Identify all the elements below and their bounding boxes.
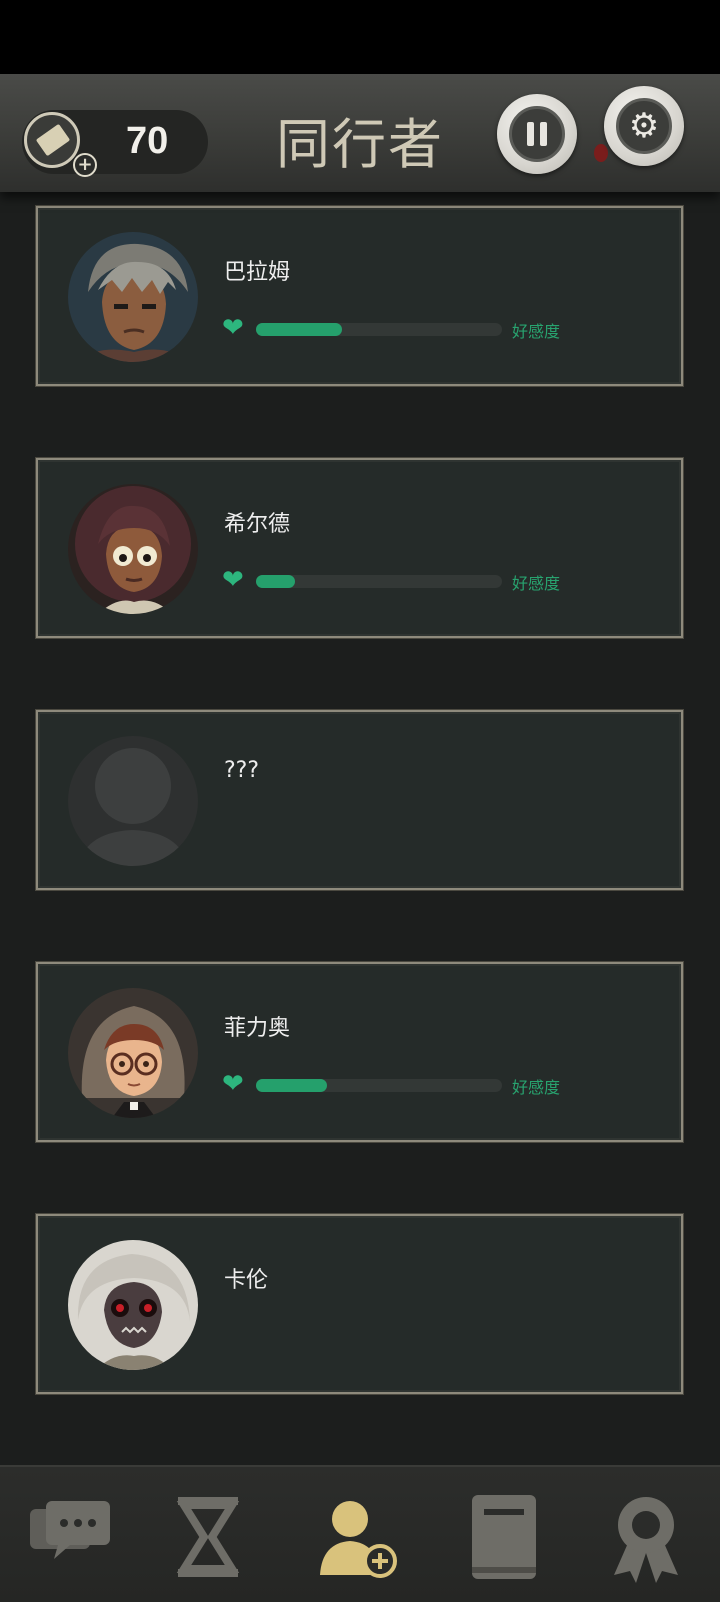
- affinity-bar-fill: [256, 323, 343, 336]
- notification-dot: [594, 144, 608, 162]
- gear-icon: ⚙: [616, 98, 672, 154]
- settings-button[interactable]: ⚙: [604, 86, 684, 166]
- affinity-label: 好感度: [512, 574, 561, 593]
- barram-portrait: [68, 232, 198, 362]
- heart-icon: ❤: [222, 1069, 244, 1099]
- pause-icon: [509, 106, 565, 162]
- affinity-bar-fill: [256, 1079, 328, 1092]
- affinity-label: 好感度: [512, 1078, 561, 1097]
- companion-card-karen[interactable]: 卡伦: [36, 1214, 683, 1394]
- companion-card-unknown[interactable]: ???: [36, 710, 683, 890]
- companion-card-hilde[interactable]: 希尔德 ❤ 好感度: [36, 458, 683, 638]
- nav-chat[interactable]: [20, 1487, 120, 1587]
- nav-timeline[interactable]: [158, 1487, 258, 1587]
- affinity-label: 好感度: [512, 322, 561, 341]
- affinity-bar: [256, 575, 502, 588]
- add-companion-icon: [320, 1501, 397, 1578]
- award-icon: [614, 1497, 678, 1583]
- nav-journal[interactable]: [454, 1487, 554, 1587]
- companion-name: ???: [224, 758, 260, 783]
- nav-achievements[interactable]: [596, 1487, 696, 1587]
- karen-portrait: [68, 1240, 198, 1370]
- companion-name: 卡伦: [224, 1268, 269, 1293]
- heart-icon: ❤: [222, 313, 244, 343]
- book-icon: [472, 1495, 536, 1579]
- affinity-bar-fill: [256, 575, 296, 588]
- chat-icon: [30, 1501, 110, 1559]
- companion-name: 菲力奥: [224, 1016, 291, 1041]
- status-bar: [0, 0, 720, 74]
- top-bar: + 70 同行者 ⚙: [0, 74, 720, 192]
- companion-name: 巴拉姆: [224, 260, 291, 285]
- nav-companions[interactable]: [306, 1487, 406, 1587]
- affinity-bar: [256, 1079, 502, 1092]
- companion-card-filio[interactable]: 菲力奥 ❤ 好感度: [36, 962, 683, 1142]
- filio-portrait: [68, 988, 198, 1118]
- pause-button[interactable]: [497, 94, 577, 174]
- hilde-portrait: [68, 484, 198, 614]
- companion-name: 希尔德: [224, 512, 291, 537]
- affinity-bar: [256, 323, 502, 336]
- companion-card-barram[interactable]: 巴拉姆 ❤ 好感度: [36, 206, 683, 386]
- unknown-silhouette: [68, 736, 198, 866]
- bottom-nav: [0, 1465, 720, 1602]
- hourglass-icon: [176, 1497, 240, 1577]
- heart-icon: ❤: [222, 565, 244, 595]
